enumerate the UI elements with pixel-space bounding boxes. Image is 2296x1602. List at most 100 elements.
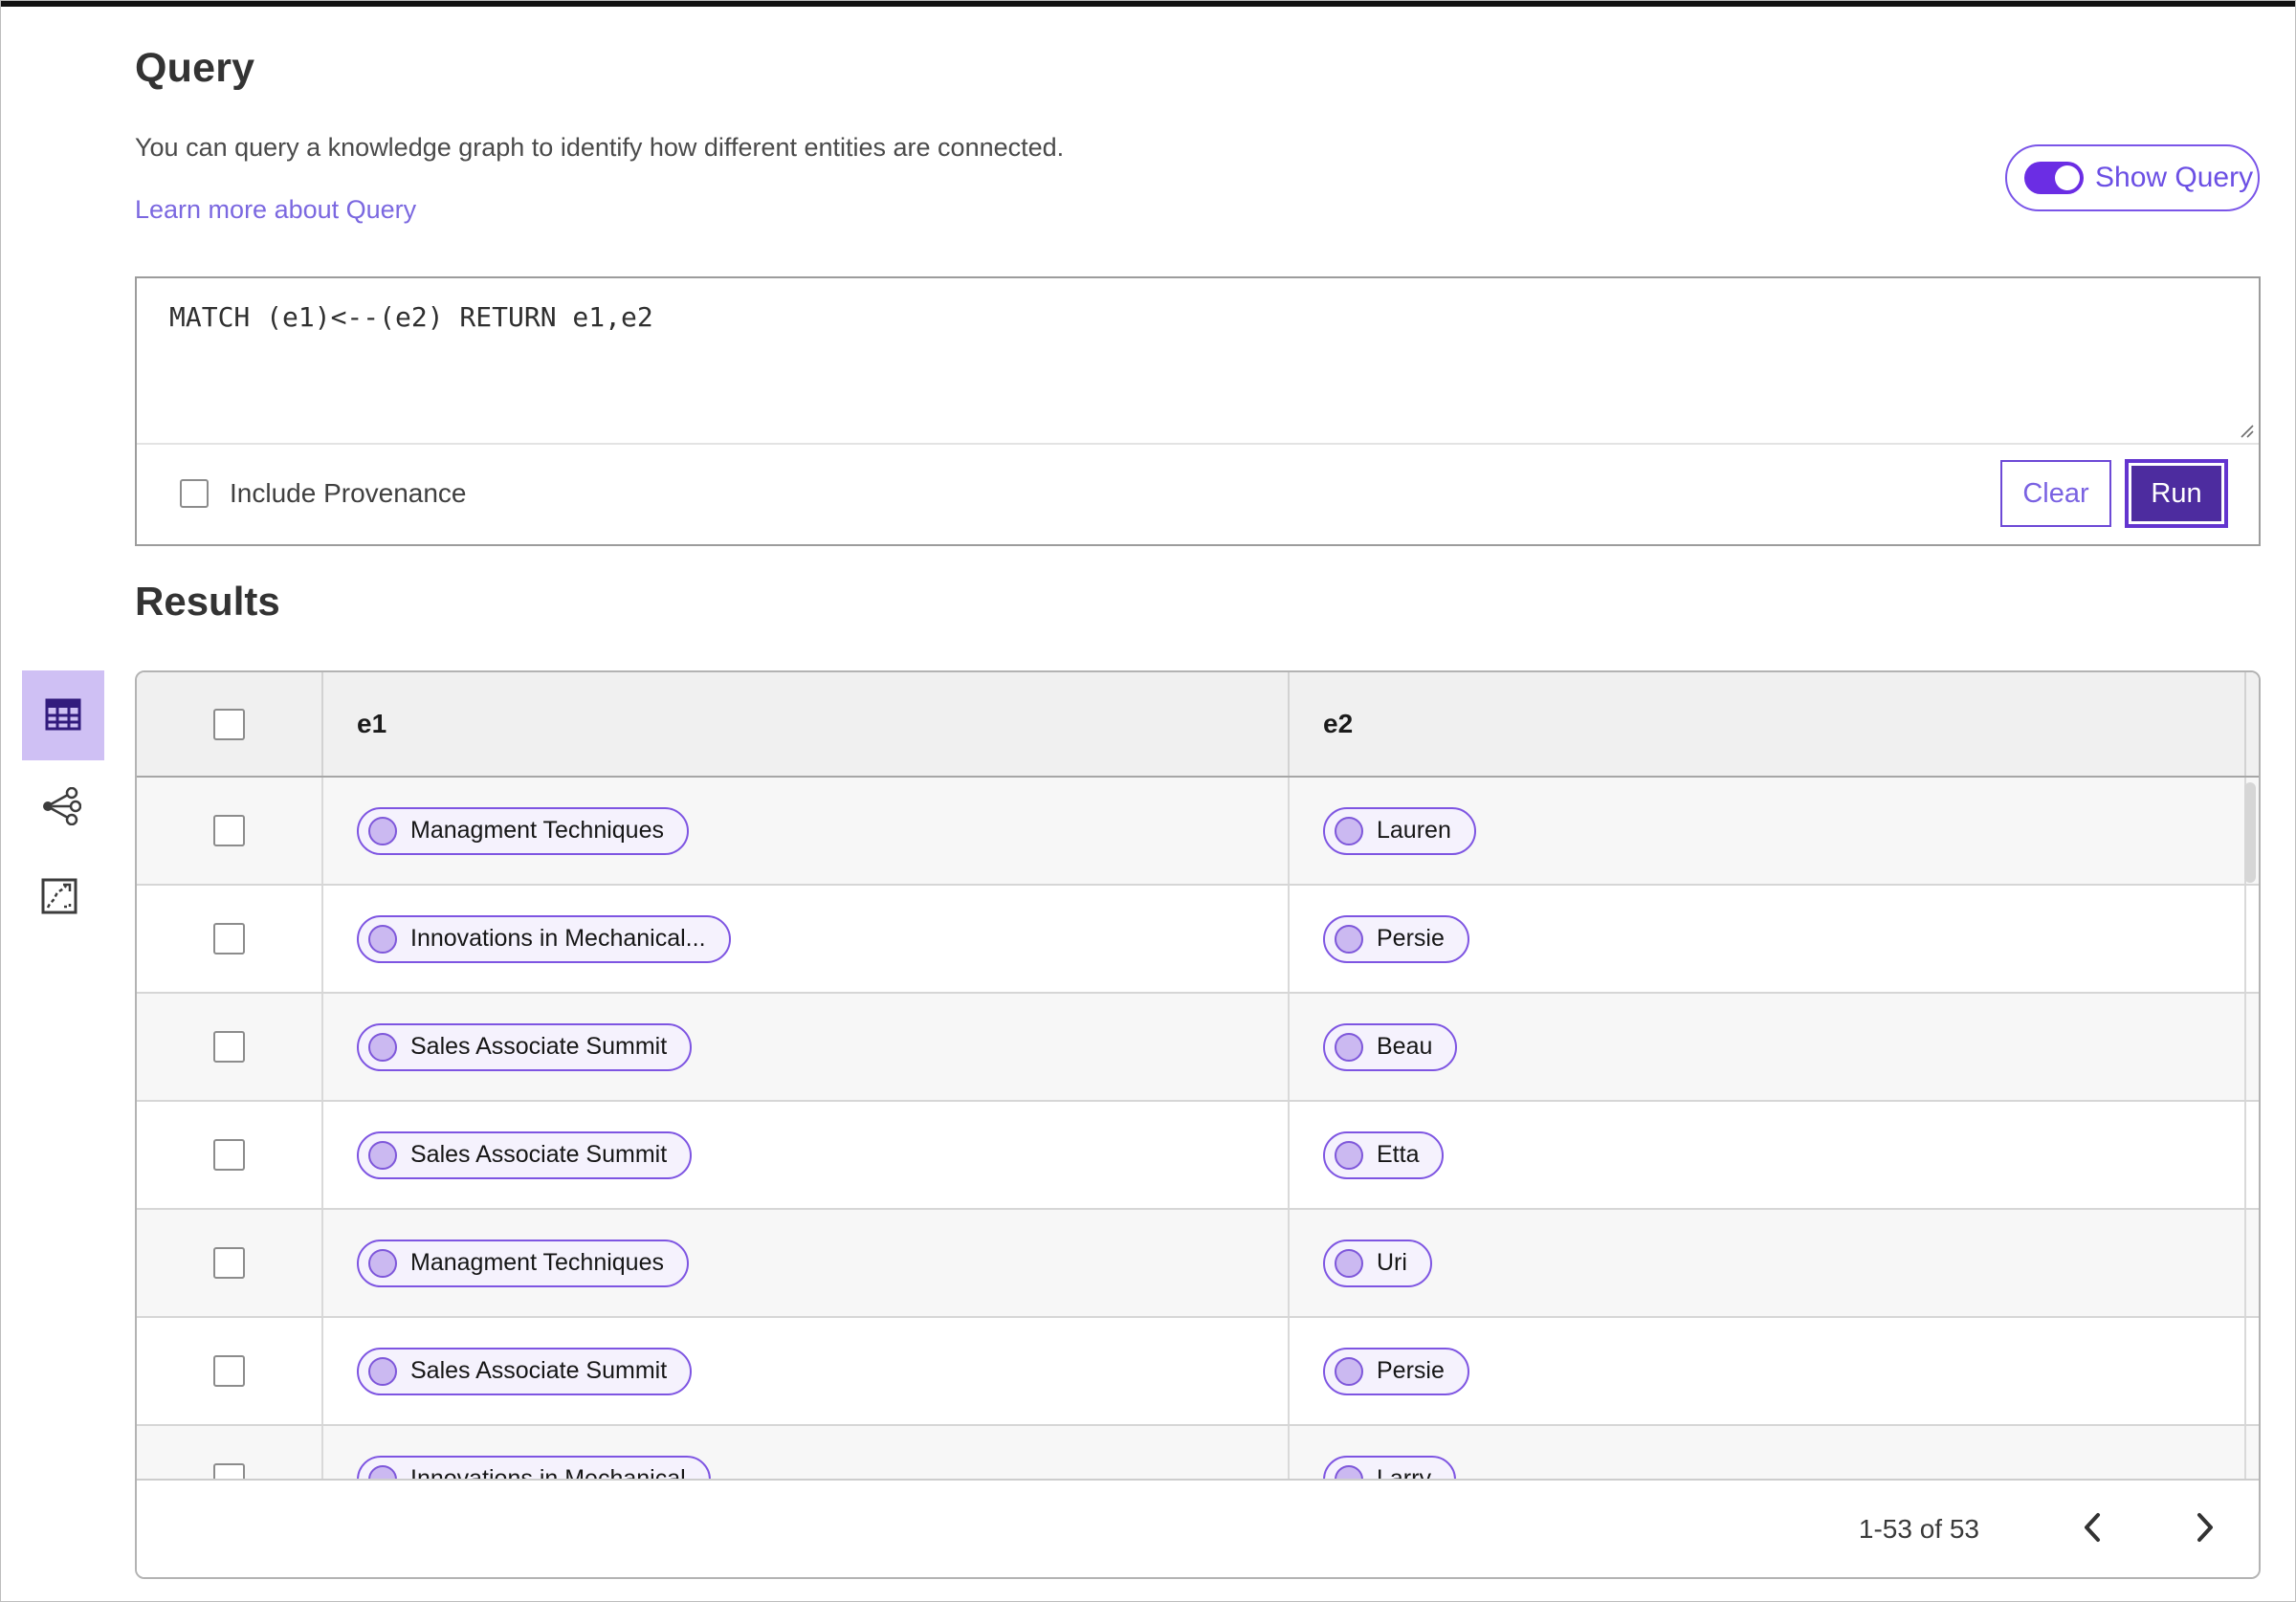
cell-e2: Persie — [1290, 1318, 2246, 1424]
table-row: Sales Associate Summit Persie — [137, 1318, 2259, 1426]
entity-dot-icon — [368, 1032, 397, 1062]
entity-pill-label: Managment Techniques — [410, 817, 664, 844]
table-row: Managment Techniques Lauren — [137, 778, 2259, 886]
entity-pill[interactable]: Persie — [1323, 1347, 1469, 1395]
row-scrollbar-gutter — [2246, 1102, 2259, 1208]
chevron-right-icon — [2195, 1511, 2216, 1547]
row-checkbox[interactable] — [213, 1139, 245, 1171]
cell-e1: Managment Techniques — [323, 1210, 1290, 1316]
entity-pill-label: Sales Associate Summit — [410, 1033, 668, 1060]
cell-e1: Sales Associate Summit — [323, 1318, 1290, 1424]
cell-e1: Sales Associate Summit — [323, 1102, 1290, 1208]
resize-handle-icon[interactable] — [2236, 420, 2255, 439]
entity-dot-icon — [1335, 1356, 1363, 1386]
entity-pill[interactable]: Managment Techniques — [357, 806, 689, 855]
cell-e2: Uri — [1290, 1210, 2246, 1316]
learn-more-link[interactable]: Learn more about Query — [135, 195, 416, 225]
results-table-card: e1 e2 Managment Techniques Lauren Innova… — [135, 670, 2261, 1579]
row-scrollbar-gutter — [2246, 1318, 2259, 1424]
row-checkbox[interactable] — [213, 1463, 245, 1479]
cell-e2: Persie — [1290, 886, 2246, 992]
toggle-switch-icon[interactable] — [2024, 162, 2084, 194]
show-query-toggle-button[interactable]: Show Query — [2005, 144, 2260, 211]
query-editor[interactable]: MATCH (e1)<--(e2) RETURN e1,e2 — [137, 278, 2259, 445]
row-checkbox[interactable] — [213, 1355, 245, 1387]
entity-pill-label: Managment Techniques — [410, 1249, 664, 1276]
entity-pill-label: Lauren — [1377, 817, 1451, 844]
table-row: Sales Associate Summit Etta — [137, 1102, 2259, 1210]
entity-dot-icon — [1335, 1464, 1363, 1479]
clear-button[interactable]: Clear — [2000, 460, 2111, 527]
entity-pill[interactable]: Innovations in Mechanical... — [357, 914, 731, 963]
toggle-knob — [2055, 165, 2080, 190]
view-switcher-expand-button[interactable] — [35, 873, 83, 921]
table-row: Managment Techniques Uri — [137, 1210, 2259, 1318]
run-button[interactable]: Run — [2129, 463, 2224, 524]
cell-e2: Beau — [1290, 994, 2246, 1100]
table-row: Innovations in Mechanical... Persie — [137, 886, 2259, 994]
query-panel: MATCH (e1)<--(e2) RETURN e1,e2 Include P… — [135, 276, 2261, 546]
row-checkbox-cell — [137, 994, 323, 1100]
entity-dot-icon — [1335, 1248, 1363, 1278]
row-scrollbar-gutter — [2246, 1210, 2259, 1316]
entity-pill-label: Persie — [1377, 1357, 1445, 1384]
pagination-range-text: 1-53 of 53 — [1858, 1513, 1979, 1544]
table-row: Sales Associate Summit Beau — [137, 994, 2259, 1102]
row-checkbox[interactable] — [213, 923, 245, 955]
include-provenance-label: Include Provenance — [230, 478, 467, 508]
row-scrollbar-gutter — [2246, 994, 2259, 1100]
select-all-checkbox[interactable] — [213, 708, 245, 740]
entity-dot-icon — [1335, 1032, 1363, 1062]
cell-e2: Etta — [1290, 1102, 2246, 1208]
entity-dot-icon — [1335, 924, 1363, 954]
include-provenance-checkbox[interactable] — [180, 479, 209, 508]
row-checkbox-cell — [137, 778, 323, 884]
pagination-next-button[interactable] — [2176, 1501, 2234, 1558]
entity-pill[interactable]: Managment Techniques — [357, 1239, 689, 1287]
cell-e1: Managment Techniques — [323, 778, 1290, 884]
row-checkbox[interactable] — [213, 1247, 245, 1279]
row-checkbox[interactable] — [213, 815, 245, 846]
entity-pill[interactable]: Etta — [1323, 1130, 1445, 1179]
entity-pill-label: Innovations in Mechanical — [410, 1465, 686, 1479]
view-switcher-graph-button[interactable] — [37, 783, 85, 831]
entity-pill-label: Sales Associate Summit — [410, 1357, 668, 1384]
chevron-left-icon — [2082, 1511, 2103, 1547]
expand-graph-icon — [41, 878, 77, 917]
entity-pill-label: Uri — [1377, 1249, 1407, 1276]
entity-pill[interactable]: Persie — [1323, 914, 1469, 963]
row-scrollbar-gutter — [2246, 886, 2259, 992]
table-header-row: e1 e2 — [137, 672, 2259, 778]
pagination-bar: 1-53 of 53 — [137, 1479, 2259, 1577]
row-checkbox-cell — [137, 886, 323, 992]
entity-pill[interactable]: Lauren — [1323, 806, 1476, 855]
row-checkbox-cell — [137, 1426, 323, 1479]
entity-pill[interactable]: Larry — [1323, 1455, 1456, 1479]
entity-pill-label: Beau — [1377, 1033, 1433, 1060]
entity-pill[interactable]: Beau — [1323, 1022, 1458, 1071]
entity-dot-icon — [1335, 1140, 1363, 1170]
top-black-bar — [1, 1, 2295, 7]
query-text-input[interactable]: MATCH (e1)<--(e2) RETURN e1,e2 — [137, 278, 2259, 333]
include-provenance-control[interactable]: Include Provenance — [180, 445, 467, 542]
entity-pill[interactable]: Uri — [1323, 1239, 1432, 1287]
header-checkbox-cell — [137, 672, 323, 776]
page-description: You can query a knowledge graph to ident… — [135, 133, 1065, 162]
entity-dot-icon — [368, 1248, 397, 1278]
pagination-prev-button[interactable] — [2064, 1501, 2121, 1558]
cell-e1: Innovations in Mechanical — [323, 1426, 1290, 1479]
row-checkbox[interactable] — [213, 1031, 245, 1063]
entity-dot-icon — [1335, 816, 1363, 845]
entity-pill[interactable]: Innovations in Mechanical — [357, 1455, 711, 1479]
query-page: Query You can query a knowledge graph to… — [0, 0, 2296, 1602]
entity-pill[interactable]: Sales Associate Summit — [357, 1022, 693, 1071]
vertical-scrollbar-thumb[interactable] — [2244, 782, 2256, 883]
table-icon — [45, 698, 81, 734]
entity-dot-icon — [368, 1464, 397, 1479]
view-switcher-table-button[interactable] — [22, 670, 104, 760]
entity-pill[interactable]: Sales Associate Summit — [357, 1347, 693, 1395]
entity-pill[interactable]: Sales Associate Summit — [357, 1130, 693, 1179]
entity-pill-label: Persie — [1377, 925, 1445, 952]
column-header-e1: e1 — [323, 672, 1290, 776]
row-scrollbar-gutter — [2246, 1426, 2259, 1479]
